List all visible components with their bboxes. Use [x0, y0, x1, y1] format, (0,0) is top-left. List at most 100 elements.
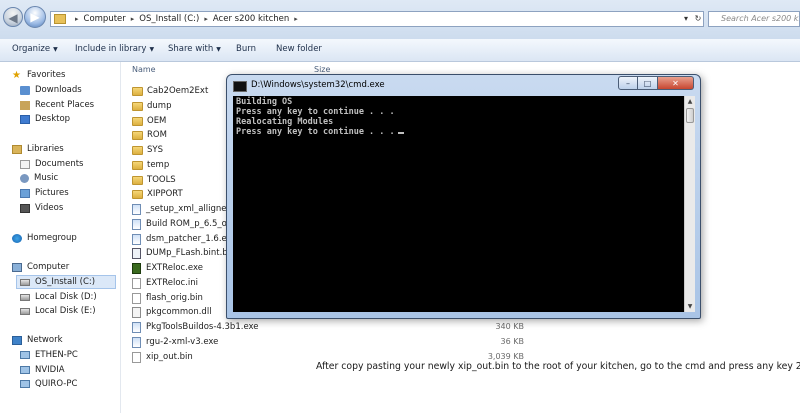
nav-local-disk-e[interactable]: Local Disk (E:): [20, 304, 96, 318]
folder-icon: [132, 160, 143, 170]
back-button[interactable]: ◀: [3, 7, 23, 27]
libraries-icon: [12, 144, 22, 154]
ini-file-icon: [132, 351, 141, 363]
cmd-window-title: D:\Windows\system32\cmd.exe: [251, 80, 385, 90]
file-name: dsm_patcher_1.6.exe: [146, 234, 237, 244]
desktop-icon: [20, 114, 30, 124]
nav-favorites[interactable]: ★ Favorites: [12, 68, 65, 82]
nav-nvidia[interactable]: NVIDIA: [20, 363, 65, 377]
file-row[interactable]: PkgToolsBuildos-4.3b1.exe: [132, 320, 259, 334]
console-output[interactable]: Building OS Press any key to continue . .…: [233, 96, 684, 312]
file-row[interactable]: EXTReloc.exe: [132, 261, 203, 275]
file-name: PkgToolsBuildos-4.3b1.exe: [146, 322, 259, 332]
console-icon: [233, 81, 247, 92]
file-row[interactable]: DUMp_FLash.bint.bat: [132, 246, 236, 260]
nav-computer[interactable]: Computer: [12, 260, 69, 274]
file-row[interactable]: xip_out.bin: [132, 350, 193, 364]
folder-icon: [132, 189, 143, 199]
file-name: temp: [147, 160, 170, 170]
breadcrumb-computer[interactable]: Computer: [84, 14, 126, 24]
nav-os-install-drive[interactable]: OS_Install (C:): [16, 275, 116, 289]
pictures-icon: [20, 188, 30, 198]
nav-libraries[interactable]: Libraries: [12, 142, 64, 156]
console-line: Building OS: [236, 97, 293, 107]
console-scrollbar[interactable]: ▲ ▼: [684, 96, 695, 312]
organize-menu[interactable]: Organize ▼: [12, 44, 58, 54]
file-row[interactable]: dsm_patcher_1.6.exe: [132, 232, 237, 246]
file-row[interactable]: pkgcommon.dll: [132, 305, 212, 319]
videos-icon: [20, 203, 30, 213]
exe-file-icon: [132, 218, 141, 230]
file-row[interactable]: ROM: [132, 128, 167, 142]
file-row[interactable]: rgu-2-xml-v3.exe: [132, 335, 218, 349]
file-name: pkgcommon.dll: [146, 307, 212, 317]
file-row[interactable]: Build ROM_p_6.5_osnl: [132, 217, 239, 231]
file-name: EXTReloc.exe: [146, 263, 204, 273]
breadcrumb-kitchen[interactable]: Acer s200 kitchen: [213, 14, 289, 24]
window-controls: – □ ✕: [618, 76, 694, 91]
nav-pictures[interactable]: Pictures: [20, 186, 69, 200]
chevron-right-icon[interactable]: ▸: [294, 15, 298, 23]
nav-label: Computer: [27, 262, 70, 272]
scroll-down-arrow-icon[interactable]: ▼: [685, 301, 695, 312]
nav-local-disk-d[interactable]: Local Disk (D:): [20, 290, 97, 304]
close-button[interactable]: ✕: [658, 76, 694, 90]
pc-icon: [20, 380, 30, 388]
nav-quiro-pc[interactable]: QUIRO-PC: [20, 377, 77, 391]
column-header-size[interactable]: Size: [314, 65, 330, 74]
minimize-button[interactable]: –: [618, 76, 638, 90]
file-name: DUMp_FLash.bint.bat: [146, 248, 237, 258]
maximize-button[interactable]: □: [638, 76, 658, 90]
exe-file-icon: [132, 233, 141, 245]
text-cursor: [397, 132, 404, 134]
nav-label: Network: [27, 335, 63, 345]
file-name: EXTReloc.ini: [146, 278, 199, 288]
new-folder-button[interactable]: New folder: [276, 44, 322, 54]
chevron-down-icon: ▼: [149, 46, 155, 53]
file-row[interactable]: flash_orig.bin: [132, 291, 203, 305]
drive-icon: [20, 293, 30, 301]
nav-music[interactable]: Music: [20, 171, 58, 185]
folder-icon: [132, 116, 143, 126]
nav-desktop[interactable]: Desktop: [20, 112, 70, 126]
nav-label: Libraries: [27, 144, 64, 154]
scroll-thumb[interactable]: [686, 108, 694, 123]
include-in-library-menu[interactable]: Include in library ▼: [75, 44, 154, 54]
nav-label: Favorites: [27, 70, 66, 80]
nav-documents[interactable]: Documents: [20, 157, 83, 171]
nav-homegroup[interactable]: Homegroup: [12, 231, 77, 245]
scroll-up-arrow-icon[interactable]: ▲: [685, 96, 695, 107]
file-row[interactable]: dump: [132, 99, 171, 113]
folder-icon: [132, 175, 143, 185]
burn-button[interactable]: Burn: [236, 44, 256, 54]
history-dropdown-icon[interactable]: ▾: [680, 11, 692, 27]
nav-downloads[interactable]: Downloads: [20, 83, 82, 97]
address-box[interactable]: ▸ Computer ▸ OS_Install (C:) ▸ Acer s200…: [50, 11, 704, 27]
file-row[interactable]: XIPPORT: [132, 187, 183, 201]
nav-recent-places[interactable]: Recent Places: [20, 98, 94, 112]
file-name: XIPPORT: [147, 189, 183, 199]
file-row[interactable]: SYS: [132, 143, 163, 157]
file-row[interactable]: temp: [132, 158, 169, 172]
file-row[interactable]: Cab2Oem2Ext: [132, 84, 208, 98]
recent-places-icon: [20, 100, 30, 110]
nav-ethen-pc[interactable]: ETHEN-PC: [20, 348, 78, 362]
file-row[interactable]: EXTReloc.ini: [132, 276, 198, 290]
breadcrumb-os-install[interactable]: OS_Install (C:): [139, 14, 199, 24]
file-row[interactable]: OEM: [132, 114, 166, 128]
chevron-right-icon[interactable]: ▸: [131, 15, 135, 23]
cmd-window[interactable]: D:\Windows\system32\cmd.exe – □ ✕ Buildi…: [226, 74, 701, 319]
chevron-right-icon[interactable]: ▸: [204, 15, 208, 23]
forward-button[interactable]: ▶: [24, 6, 46, 28]
console-line: Press any key to continue . . .: [236, 127, 395, 137]
nav-label: NVIDIA: [35, 365, 65, 375]
chevron-down-icon: ▼: [53, 46, 58, 53]
search-input[interactable]: Search Acer s200 kitchen: [708, 11, 800, 27]
column-header-name[interactable]: Name: [132, 65, 156, 74]
share-with-menu[interactable]: Share with ▼: [168, 44, 221, 54]
drive-icon: [20, 307, 30, 315]
file-row[interactable]: TOOLS: [132, 173, 176, 187]
nav-network[interactable]: Network: [12, 333, 63, 347]
refresh-icon[interactable]: ↻: [692, 11, 704, 27]
nav-videos[interactable]: Videos: [20, 201, 63, 215]
